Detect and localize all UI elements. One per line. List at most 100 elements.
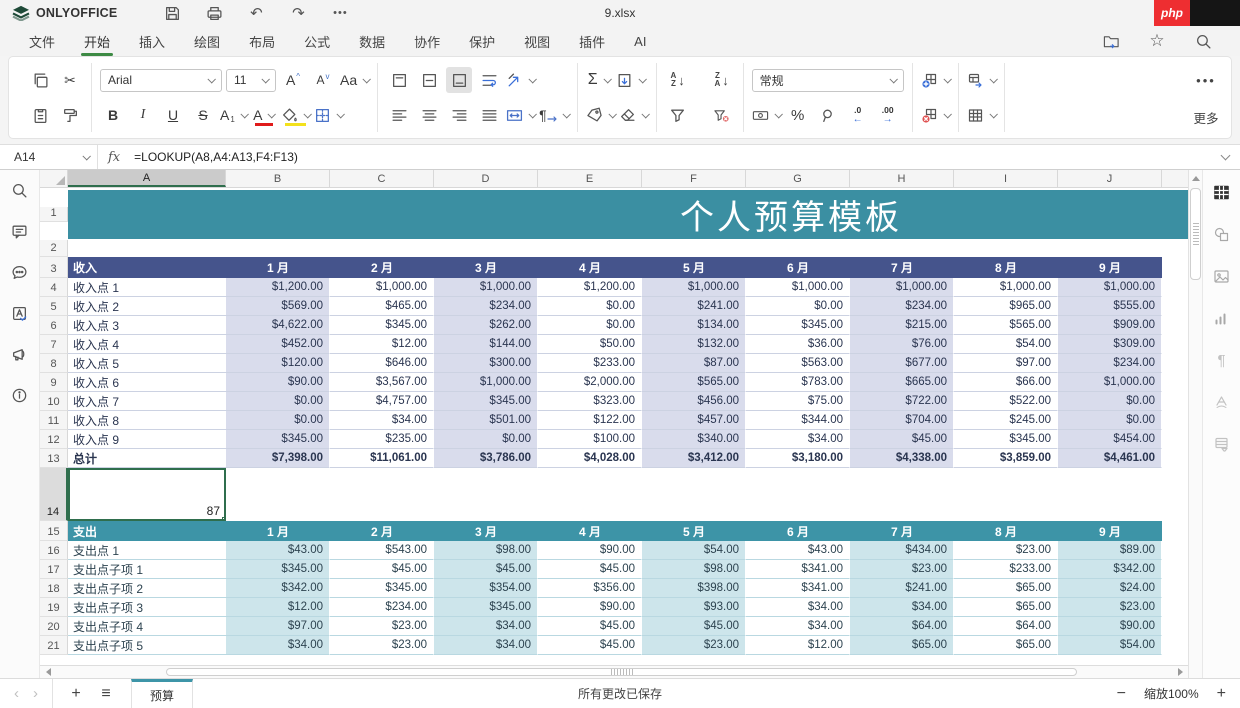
value-cell[interactable]: $2,000.00 <box>538 373 642 392</box>
value-cell[interactable]: $23.00 <box>954 541 1058 560</box>
value-cell[interactable]: $965.00 <box>954 297 1058 316</box>
selected-cell[interactable]: 87 <box>68 468 226 521</box>
value-cell[interactable]: $344.00 <box>746 411 850 430</box>
value-cell[interactable]: $341.00 <box>746 560 850 579</box>
horizontal-scroll-track[interactable] <box>56 666 1172 678</box>
row-header-14[interactable]: 14 <box>40 468 68 521</box>
row-label-cell[interactable]: 支出点子项 4 <box>68 617 226 636</box>
column-header-A[interactable]: A <box>68 170 226 187</box>
column-header-J[interactable]: J <box>1058 170 1162 187</box>
menu-tab-公式[interactable]: 公式 <box>303 27 331 56</box>
value-cell[interactable]: $0.00 <box>1058 411 1162 430</box>
increase-font-button[interactable]: A^ <box>280 67 306 93</box>
month-header-cell[interactable]: 4 月 <box>538 521 642 541</box>
align-left-button[interactable] <box>386 102 412 128</box>
value-cell[interactable]: $45.00 <box>850 430 954 449</box>
value-cell[interactable]: $234.00 <box>850 297 954 316</box>
column-header-C[interactable]: C <box>330 170 434 187</box>
value-cell[interactable]: $23.00 <box>330 636 434 655</box>
formula-input[interactable]: =LOOKUP(A8,A4:A13,F4:F13) <box>130 150 1210 164</box>
spellcheck-panel-button[interactable] <box>8 301 32 325</box>
value-cell[interactable]: $34.00 <box>746 617 850 636</box>
text-orientation-button[interactable] <box>506 67 535 93</box>
column-header-F[interactable]: F <box>642 170 746 187</box>
value-cell[interactable]: $563.00 <box>746 354 850 373</box>
value-cell[interactable]: $1,000.00 <box>330 278 434 297</box>
value-cell[interactable]: $354.00 <box>434 579 538 598</box>
about-panel-button[interactable] <box>8 383 32 407</box>
month-header-cell[interactable]: 3 月 <box>434 521 538 541</box>
bold-button[interactable]: B <box>100 102 126 128</box>
month-header-cell[interactable]: 4 月 <box>538 257 642 278</box>
value-cell[interactable]: $120.00 <box>226 354 330 373</box>
chat-panel-button[interactable] <box>8 260 32 284</box>
empty-cell[interactable] <box>1162 560 1188 579</box>
value-cell[interactable]: $54.00 <box>1058 636 1162 655</box>
undo-button[interactable]: ↶ <box>245 3 267 23</box>
value-cell[interactable]: $3,412.00 <box>642 449 746 468</box>
value-cell[interactable]: $4,757.00 <box>330 392 434 411</box>
row-label-cell[interactable]: 支出点子项 3 <box>68 598 226 617</box>
named-ranges-button[interactable] <box>586 102 615 128</box>
value-cell[interactable]: $434.00 <box>850 541 954 560</box>
value-cell[interactable]: $34.00 <box>746 598 850 617</box>
value-cell[interactable]: $345.00 <box>746 316 850 335</box>
italic-button[interactable]: I <box>130 102 156 128</box>
value-cell[interactable]: $345.00 <box>954 430 1058 449</box>
value-cell[interactable]: $100.00 <box>538 430 642 449</box>
empty-cell[interactable] <box>226 468 1188 521</box>
value-cell[interactable]: $12.00 <box>746 636 850 655</box>
value-cell[interactable]: $98.00 <box>434 541 538 560</box>
sort-ascending-button[interactable]: AZ ↓ <box>665 67 691 93</box>
value-cell[interactable]: $90.00 <box>538 598 642 617</box>
value-cell[interactable]: $7,398.00 <box>226 449 330 468</box>
value-cell[interactable]: $0.00 <box>226 392 330 411</box>
zoom-in-button[interactable]: + <box>1217 685 1226 703</box>
value-cell[interactable]: $234.00 <box>1058 354 1162 373</box>
change-case-button[interactable]: Aa <box>340 67 369 93</box>
slicer-settings-button[interactable] <box>1210 432 1234 456</box>
increase-decimal-button[interactable]: .00→ <box>875 102 901 128</box>
row-label-cell[interactable]: 收入点 2 <box>68 297 226 316</box>
value-cell[interactable]: $1,000.00 <box>954 278 1058 297</box>
redo-button[interactable]: ↷ <box>287 3 309 23</box>
value-cell[interactable]: $132.00 <box>642 335 746 354</box>
align-top-button[interactable] <box>386 67 412 93</box>
value-cell[interactable]: $234.00 <box>330 598 434 617</box>
prev-sheet-button[interactable]: ‹ <box>14 685 19 702</box>
empty-cell[interactable] <box>1162 598 1188 617</box>
title-banner-cell[interactable]: 个人预算模板 <box>68 190 1188 239</box>
justify-button[interactable] <box>476 102 502 128</box>
underline-button[interactable]: U <box>160 102 186 128</box>
value-cell[interactable]: $1,200.00 <box>226 278 330 297</box>
value-cell[interactable]: $36.00 <box>746 335 850 354</box>
empty-cell[interactable] <box>1162 411 1188 430</box>
month-header-cell[interactable]: 9 月 <box>1058 257 1162 278</box>
value-cell[interactable]: $704.00 <box>850 411 954 430</box>
row-header-13[interactable]: 13 <box>40 449 68 468</box>
scroll-right-arrow[interactable] <box>1172 666 1188 678</box>
value-cell[interactable]: $45.00 <box>538 617 642 636</box>
row-header-3[interactable]: 3 <box>40 257 68 278</box>
autosum-button[interactable]: Σ <box>586 67 612 93</box>
value-cell[interactable]: $452.00 <box>226 335 330 354</box>
value-cell[interactable]: $0.00 <box>538 297 642 316</box>
paragraph-settings-button[interactable]: ¶ <box>1210 348 1234 372</box>
row-header-19[interactable]: 19 <box>40 598 68 617</box>
value-cell[interactable]: $1,000.00 <box>746 278 850 297</box>
value-cell[interactable]: $34.00 <box>434 617 538 636</box>
image-settings-button[interactable] <box>1210 264 1234 288</box>
value-cell[interactable]: $24.00 <box>1058 579 1162 598</box>
value-cell[interactable]: $75.00 <box>746 392 850 411</box>
row-header-12[interactable]: 12 <box>40 430 68 449</box>
more-button[interactable]: 更多 <box>1193 104 1219 130</box>
comma-style-button[interactable] <box>815 102 841 128</box>
value-cell[interactable]: $543.00 <box>330 541 434 560</box>
strikethrough-button[interactable]: S <box>190 102 216 128</box>
subscript-button[interactable]: A1 <box>220 102 247 128</box>
menu-tab-布局[interactable]: 布局 <box>248 27 276 56</box>
value-cell[interactable]: $309.00 <box>1058 335 1162 354</box>
user-avatar[interactable] <box>1190 0 1240 26</box>
empty-cell[interactable] <box>1162 335 1188 354</box>
value-cell[interactable]: $345.00 <box>226 560 330 579</box>
